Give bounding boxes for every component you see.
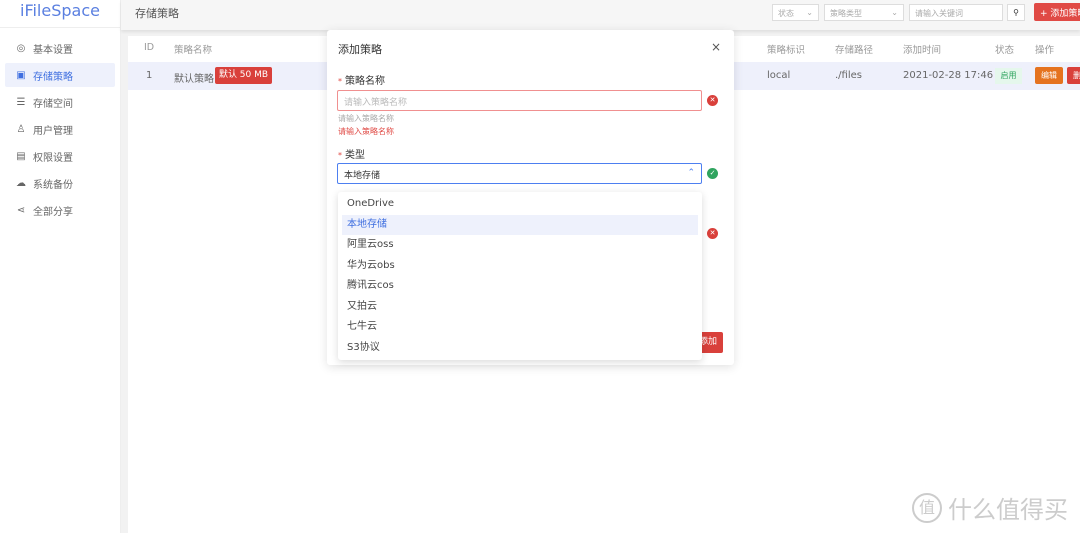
cell-key: local xyxy=(767,70,791,81)
sidebar-item-permissions[interactable]: ▤ 权限设置 xyxy=(5,144,115,168)
sidebar-item-basic-settings[interactable]: ◎ 基本设置 xyxy=(5,36,115,60)
chevron-down-icon: ⌄ xyxy=(806,8,813,17)
option-local[interactable]: 本地存储 xyxy=(342,214,698,235)
save-icon: ▣ xyxy=(16,69,26,81)
type-dropdown: OneDrive 本地存储 阿里云oss 华为云obs 腾讯云cos 又拍云 七… xyxy=(338,192,702,360)
search-button[interactable]: ⚲ xyxy=(1007,4,1025,21)
watermark: 值什么值得买 xyxy=(912,490,1068,525)
option-huawei-obs[interactable]: 华为云obs xyxy=(342,256,698,277)
sidebar-item-shares[interactable]: ⋖ 全部分享 xyxy=(5,198,115,222)
status-filter-select[interactable]: 状态 ⌄ xyxy=(772,4,819,21)
type-value: 本地存储 xyxy=(344,171,381,181)
sidebar: iFileSpace ◎ 基本设置 ▣ 存储策略 ☰ 存储空间 ♙ 用户管理 ▤ 权限设置… xyxy=(0,0,121,533)
success-icon: ✓ xyxy=(707,168,718,179)
name-error: 请输入策略名称 xyxy=(338,127,394,136)
name-hint: 请输入策略名称 xyxy=(338,114,394,123)
name-label: * 策略名称 xyxy=(338,76,385,87)
chevron-up-icon: ⌃ xyxy=(687,168,695,178)
cell-time: 2021-02-28 17:46 xyxy=(903,70,994,81)
sidebar-item-label: 基本设置 xyxy=(33,44,73,56)
image-icon: ▤ xyxy=(16,150,26,162)
sidebar-item-label: 系统备份 xyxy=(33,179,73,191)
sidebar-item-storage-space[interactable]: ☰ 存储空间 xyxy=(5,90,115,114)
chevron-down-icon: ⌄ xyxy=(891,8,898,17)
cell-id: 1 xyxy=(146,70,153,81)
delete-button[interactable]: 删除 xyxy=(1067,67,1080,84)
name-placeholder: 请输入策略名称 xyxy=(344,98,408,108)
add-policy-button[interactable]: + 添加策略 xyxy=(1034,3,1080,21)
type-label: * 类型 xyxy=(338,150,365,161)
col-header-key: 策略标识 xyxy=(767,45,806,56)
type-label-text: 类型 xyxy=(345,150,365,161)
watermark-seal: 值 xyxy=(912,492,942,523)
logo: iFileSpace xyxy=(0,0,120,28)
storage-icon: ☰ xyxy=(16,96,26,108)
option-s3[interactable]: S3协议 xyxy=(342,338,698,359)
watermark-text: 什么值得买 xyxy=(948,496,1068,524)
col-header-actions: 操作 xyxy=(1035,45,1055,56)
edit-button[interactable]: 编辑 xyxy=(1035,67,1063,84)
sidebar-item-label: 存储空间 xyxy=(33,98,73,110)
option-onedrive[interactable]: OneDrive xyxy=(342,194,698,215)
option-qiniu[interactable]: 七牛云 xyxy=(342,317,698,338)
cell-path: ./files xyxy=(835,70,862,81)
option-aliyun-oss[interactable]: 阿里云oss xyxy=(342,235,698,256)
page-title: 存储策略 xyxy=(135,7,179,20)
cell-name: 默认策略 xyxy=(174,74,214,85)
col-header-id: ID xyxy=(144,42,155,53)
sidebar-item-label: 存储策略 xyxy=(33,71,73,83)
error-icon: ✕ xyxy=(707,95,718,106)
sidebar-item-label: 全部分享 xyxy=(33,206,73,218)
col-header-path: 存储路径 xyxy=(835,45,874,56)
option-upyun[interactable]: 又拍云 xyxy=(342,297,698,318)
sidebar-item-label: 用户管理 xyxy=(33,125,73,137)
type-filter-select[interactable]: 策略类型 ⌄ xyxy=(824,4,904,21)
search-placeholder: 请输入关键词 xyxy=(915,9,963,18)
col-header-status: 状态 xyxy=(995,45,1015,56)
sidebar-item-label: 权限设置 xyxy=(33,152,73,164)
error-icon: ✕ xyxy=(707,228,718,239)
type-filter-placeholder: 策略类型 xyxy=(830,9,862,18)
col-header-time: 添加时间 xyxy=(903,45,942,56)
search-input[interactable]: 请输入关键词 xyxy=(909,4,1003,21)
gear-icon: ◎ xyxy=(16,42,26,54)
type-select[interactable]: 本地存储 ⌃ xyxy=(337,163,702,184)
sidebar-item-users[interactable]: ♙ 用户管理 xyxy=(5,117,115,141)
default-badge: 默认 50 MB xyxy=(215,67,272,84)
name-label-text: 策略名称 xyxy=(345,76,385,87)
dialog-title: 添加策略 xyxy=(338,43,382,56)
search-icon: ⚲ xyxy=(1013,8,1019,17)
sidebar-item-backup[interactable]: ☁ 系统备份 xyxy=(5,171,115,195)
status-badge: 启用 xyxy=(995,68,1022,84)
col-header-name: 策略名称 xyxy=(174,45,213,56)
sidebar-item-storage-policy[interactable]: ▣ 存储策略 xyxy=(5,63,115,87)
share-icon: ⋖ xyxy=(16,204,26,216)
sidebar-nav: ◎ 基本设置 ▣ 存储策略 ☰ 存储空间 ♙ 用户管理 ▤ 权限设置 ☁ 系统备份 ⋖ 全部分… xyxy=(0,36,120,222)
close-icon[interactable]: × xyxy=(711,40,721,54)
option-tencent-cos[interactable]: 腾讯云cos xyxy=(342,276,698,297)
user-icon: ♙ xyxy=(16,123,26,135)
cloud-upload-icon: ☁ xyxy=(16,177,26,189)
status-filter-placeholder: 状态 xyxy=(778,9,794,18)
policy-name-input[interactable]: 请输入策略名称 xyxy=(337,90,702,111)
